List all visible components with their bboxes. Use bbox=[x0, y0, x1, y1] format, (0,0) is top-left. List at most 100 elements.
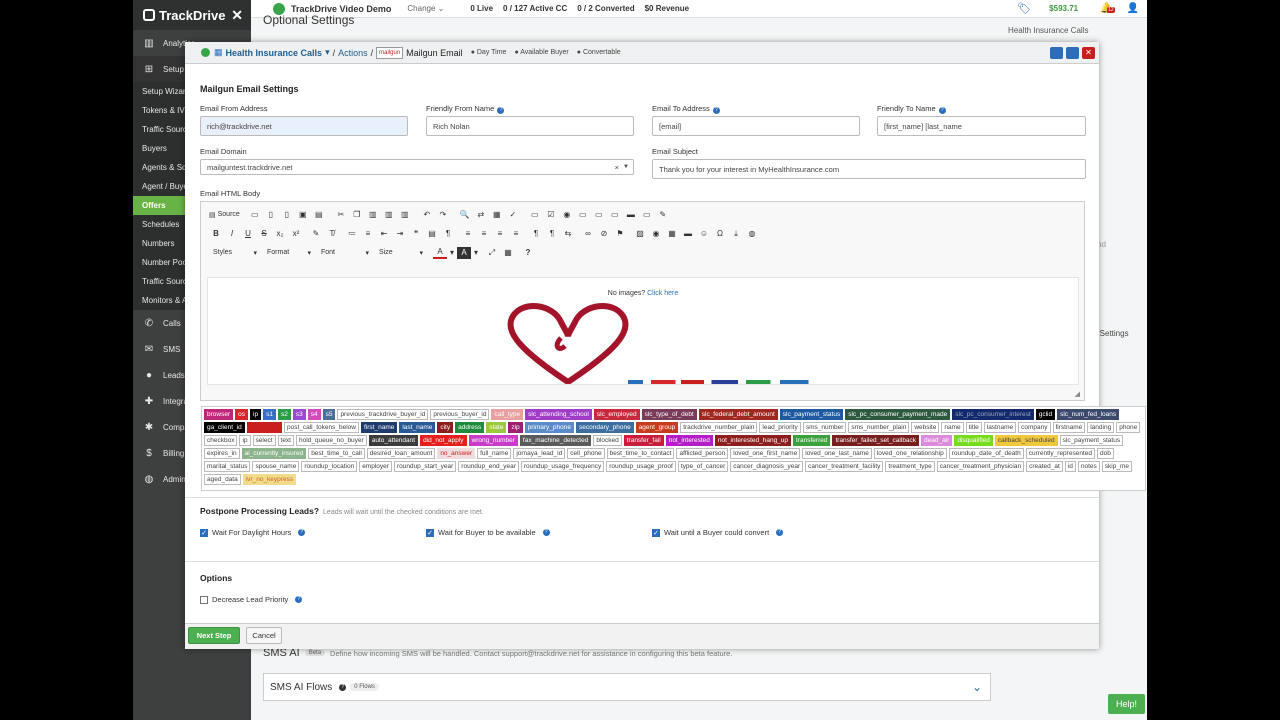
breadcrumb-actions[interactable]: Actions bbox=[338, 48, 368, 58]
token-tag[interactable]: last_name bbox=[399, 422, 436, 433]
caret-down-icon[interactable]: ▾ bbox=[473, 247, 479, 259]
size-dropdown[interactable]: Size ▾ bbox=[375, 246, 427, 259]
token-tag[interactable]: loved_one_first_name bbox=[730, 448, 801, 459]
token-tag[interactable]: roundup_usage_frequency bbox=[520, 461, 605, 472]
textfield-icon[interactable]: ▭ bbox=[576, 209, 590, 221]
replace-icon[interactable]: ⇄ bbox=[474, 209, 488, 221]
new-page-icon[interactable]: ▯ bbox=[264, 209, 278, 221]
token-tag[interactable]: dead_air bbox=[921, 435, 953, 446]
token-tag[interactable]: s3 bbox=[292, 409, 306, 420]
token-tag[interactable]: best_time_to_contact bbox=[606, 448, 675, 459]
token-tag[interactable]: jornaya_lead_id bbox=[513, 448, 566, 459]
token-tag[interactable]: desired_loan_amount bbox=[366, 448, 436, 459]
token-tag[interactable]: roundup_location bbox=[301, 461, 358, 472]
blockquote-icon[interactable]: ❝ bbox=[409, 228, 423, 240]
token-tag[interactable]: ip bbox=[250, 409, 262, 420]
token-tag[interactable]: select bbox=[252, 435, 276, 446]
anchor-icon[interactable]: ⚑ bbox=[613, 228, 627, 240]
iframe-icon[interactable]: ◍ bbox=[745, 228, 759, 240]
help-icon[interactable]: ? bbox=[298, 529, 306, 536]
token-tag[interactable]: slc_payment_status bbox=[779, 409, 844, 420]
token-tag[interactable]: slc_type_of_debt bbox=[641, 409, 697, 420]
token-tag[interactable]: slc_num_fed_loans bbox=[1057, 409, 1120, 420]
image-button-icon[interactable]: ▭ bbox=[640, 209, 654, 221]
templates-icon[interactable]: ▤ bbox=[312, 209, 326, 221]
token-tag[interactable]: call_type bbox=[491, 409, 524, 420]
print-icon[interactable]: ▣ bbox=[296, 209, 310, 221]
token-tag[interactable]: cancer_treatment_physician bbox=[936, 461, 1025, 472]
spellcheck-icon[interactable]: ✓ bbox=[506, 209, 520, 221]
div-icon[interactable]: ▤ bbox=[425, 228, 439, 240]
checkbox-icon[interactable]: ☑ bbox=[544, 209, 558, 221]
select-all-icon[interactable]: ▦ bbox=[490, 209, 504, 221]
language-icon[interactable]: ⇆ bbox=[561, 228, 575, 240]
text-color-icon[interactable]: A bbox=[433, 247, 447, 259]
token-tag[interactable]: trackdrive_number_plain bbox=[680, 422, 758, 433]
paste-icon[interactable]: ▥ bbox=[366, 209, 380, 221]
save-icon[interactable]: ▭ bbox=[248, 209, 262, 221]
token-tag[interactable]: currently_represented bbox=[1025, 448, 1095, 459]
token-tag[interactable]: ga_client_id bbox=[204, 422, 245, 433]
help-icon[interactable]: ? bbox=[339, 683, 347, 691]
token-tag[interactable]: city bbox=[437, 422, 454, 433]
token-tag[interactable]: post_call_tokens_below bbox=[283, 422, 359, 433]
token-tag[interactable]: employer bbox=[359, 461, 392, 472]
email-subject-input[interactable]: Thank you for your interest in MyHealthI… bbox=[652, 159, 1086, 179]
token-tag[interactable]: created_at bbox=[1026, 461, 1063, 472]
token-tag[interactable]: callback_scheduled bbox=[994, 435, 1058, 446]
token-tag[interactable]: wrong_number bbox=[468, 435, 518, 446]
underline-icon[interactable]: U bbox=[241, 228, 255, 240]
token-tag[interactable]: transfer_fail bbox=[623, 435, 664, 446]
button-icon[interactable]: ▬ bbox=[624, 209, 638, 221]
token-tag[interactable]: primary_phone bbox=[524, 422, 574, 433]
textarea-icon[interactable]: ▭ bbox=[592, 209, 606, 221]
page-break-icon[interactable]: ⤓ bbox=[729, 228, 743, 240]
email-from-input[interactable]: rich@trackdrive.net bbox=[200, 116, 408, 136]
subscript-icon[interactable]: x₂ bbox=[273, 228, 287, 240]
help-icon[interactable]: ? bbox=[776, 529, 784, 536]
token-tag[interactable]: treatment_type bbox=[885, 461, 935, 472]
token-tag[interactable]: dob bbox=[1096, 448, 1114, 459]
preview-icon[interactable]: ▯ bbox=[280, 209, 294, 221]
close-icon[interactable]: ✕ bbox=[231, 7, 243, 24]
outdent-icon[interactable]: ⇤ bbox=[377, 228, 391, 240]
help-button[interactable]: Help! bbox=[1108, 694, 1145, 714]
token-tag[interactable]: secondary_phone bbox=[576, 422, 634, 433]
token-tag[interactable]: cancer_treatment_facility bbox=[805, 461, 884, 472]
styles-dropdown[interactable]: Styles ▾ bbox=[209, 246, 261, 259]
token-tag[interactable]: name bbox=[941, 422, 964, 433]
select-field-icon[interactable]: ▭ bbox=[608, 209, 622, 221]
change-dropdown[interactable]: Change ⌄ bbox=[407, 4, 444, 13]
token-tag[interactable]: aged_data bbox=[204, 474, 241, 485]
token-tag[interactable]: lastname bbox=[983, 422, 1017, 433]
caret-down-icon[interactable]: ▼ bbox=[623, 164, 629, 170]
link-icon[interactable]: ∞ bbox=[581, 228, 595, 240]
paste-word-icon[interactable]: ▥ bbox=[398, 209, 412, 221]
token-tag[interactable]: did_not_apply bbox=[420, 435, 467, 446]
click-here-link[interactable]: Click here bbox=[647, 290, 678, 297]
numbered-list-icon[interactable]: ≔ bbox=[345, 228, 359, 240]
token-tag[interactable]: loved_one_last_name bbox=[802, 448, 872, 459]
wait-buyer-available-checkbox[interactable]: ✓ Wait for Buyer to be available? bbox=[426, 528, 550, 537]
decrease-priority-checkbox[interactable]: Decrease Lead Priority? bbox=[200, 595, 303, 604]
token-tag[interactable]: roundup_usage_proof bbox=[606, 461, 676, 472]
token-tag[interactable]: hold_queue_no_buyer bbox=[296, 435, 367, 446]
sms-ai-flows-panel[interactable]: SMS AI Flows ? 0 Flows ⌄ bbox=[263, 673, 991, 701]
caret-down-icon[interactable]: ▾ bbox=[449, 247, 455, 259]
next-step-button[interactable]: Next Step bbox=[188, 627, 240, 644]
superscript-icon[interactable]: x² bbox=[289, 228, 303, 240]
help-icon[interactable]: ? bbox=[542, 529, 550, 536]
help-icon[interactable]: ? bbox=[938, 107, 946, 114]
balance[interactable]: $593.71 bbox=[1049, 4, 1078, 13]
user-icon[interactable]: 👤 bbox=[1127, 3, 1139, 14]
token-tag[interactable]: expires_in bbox=[204, 448, 240, 459]
token-tag[interactable]: not_interested_hang_up bbox=[714, 435, 792, 446]
tag-icon[interactable]: 🏷 bbox=[1017, 2, 1031, 15]
token-tag[interactable]: full_name bbox=[477, 448, 512, 459]
bg-color-icon[interactable]: A bbox=[457, 246, 471, 259]
redo-icon[interactable]: ↷ bbox=[436, 209, 450, 221]
token-tag[interactable]: marital_status bbox=[204, 461, 251, 472]
copy-format-icon[interactable]: ✎ bbox=[309, 228, 323, 240]
indent-icon[interactable]: ⇥ bbox=[393, 228, 407, 240]
bold-icon[interactable]: B bbox=[209, 228, 223, 240]
